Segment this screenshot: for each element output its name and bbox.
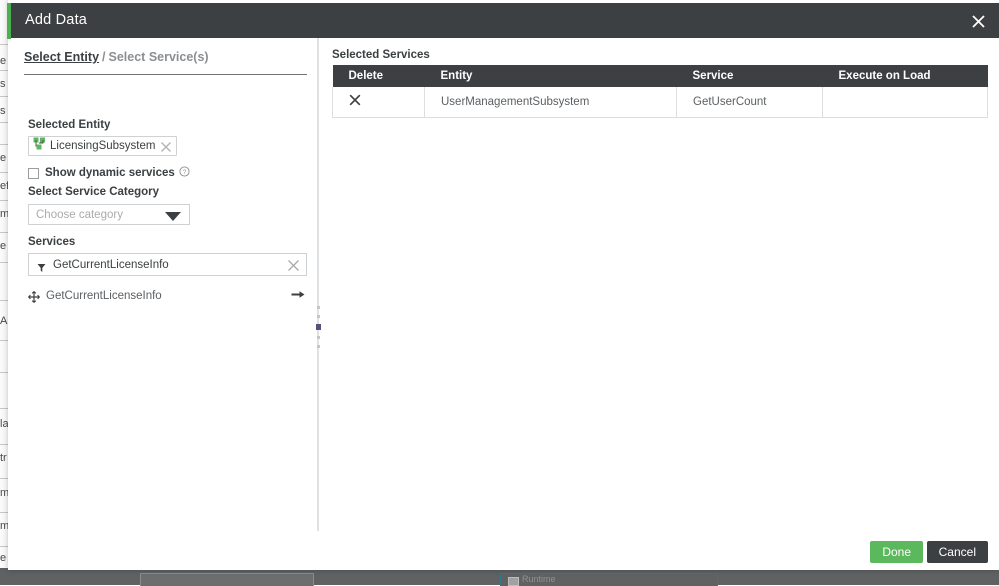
grip-dot bbox=[317, 306, 320, 309]
breadcrumb: Select Entity / Select Service(s) bbox=[24, 50, 209, 64]
cell-service: GetUserCount bbox=[676, 87, 823, 118]
breadcrumb-select-services[interactable]: Select Service(s) bbox=[109, 50, 209, 64]
subsystem-icon bbox=[33, 137, 46, 155]
background-text-row: ef bbox=[0, 180, 8, 192]
background-text-row: m bbox=[0, 487, 8, 500]
selected-services-table: Delete Entity Service Execute on Load Us… bbox=[332, 65, 988, 118]
background-text-row: la bbox=[0, 418, 8, 430]
cancel-button[interactable]: Cancel bbox=[926, 541, 988, 563]
help-icon[interactable]: ? bbox=[179, 164, 190, 182]
dialog-footer: Done Cancel bbox=[11, 531, 999, 567]
background-text-row: e bbox=[0, 552, 7, 564]
service-filter-value: GetCurrentLicenseInfo bbox=[53, 259, 169, 271]
selected-services-title: Selected Services bbox=[332, 49, 430, 61]
table-row[interactable]: UserManagementSubsystem GetUserCount bbox=[332, 87, 988, 118]
grip-dot bbox=[317, 345, 320, 348]
move-icon[interactable] bbox=[28, 290, 40, 303]
background-text-row: A bbox=[0, 315, 8, 327]
service-filter-clear-icon[interactable] bbox=[287, 259, 300, 277]
grip-dot bbox=[317, 315, 320, 318]
cell-execute-on-load bbox=[822, 87, 988, 118]
background-text-row: e bbox=[0, 240, 7, 252]
close-icon[interactable] bbox=[965, 8, 991, 34]
service-filter-input[interactable]: GetCurrentLicenseInfo bbox=[28, 253, 307, 276]
services-label: Services bbox=[28, 236, 76, 248]
cell-delete bbox=[332, 87, 425, 118]
add-data-dialog: Add Data Select Entity / Select Service(s)… bbox=[7, 0, 999, 570]
left-pane: Select Entity / Select Service(s) Selected… bbox=[11, 38, 311, 531]
pane-splitter bbox=[317, 38, 319, 531]
background-tab-label: Runtime bbox=[522, 574, 556, 584]
show-dynamic-services-label: Show dynamic services bbox=[45, 167, 175, 179]
entity-chip-remove-icon[interactable] bbox=[160, 140, 172, 152]
pane-splitter-grip[interactable] bbox=[315, 306, 322, 348]
show-dynamic-services-checkbox[interactable] bbox=[28, 167, 39, 179]
delete-row-icon[interactable] bbox=[349, 94, 424, 109]
service-list-item[interactable]: GetCurrentLicenseInfo bbox=[28, 287, 307, 305]
arrow-right-icon[interactable] bbox=[291, 287, 305, 305]
breadcrumb-select-entity[interactable]: Select Entity bbox=[24, 50, 99, 64]
dialog-titlebar: Add Data bbox=[11, 3, 999, 38]
done-button[interactable]: Done bbox=[870, 541, 923, 563]
background-text-row: e bbox=[0, 152, 7, 164]
dialog-body: Select Entity / Select Service(s) Selected… bbox=[11, 38, 999, 531]
service-list-item-label: GetCurrentLicenseInfo bbox=[46, 290, 162, 302]
background-text-row: m bbox=[0, 520, 8, 533]
chevron-down-icon bbox=[165, 212, 181, 221]
column-header-delete[interactable]: Delete bbox=[332, 65, 425, 87]
cell-entity: UserManagementSubsystem bbox=[424, 87, 677, 118]
background-text-row: tr bbox=[0, 452, 7, 464]
service-category-select[interactable]: Choose category bbox=[28, 204, 190, 225]
table-header-row: Delete Entity Service Execute on Load bbox=[332, 65, 988, 87]
column-header-entity[interactable]: Entity bbox=[424, 65, 677, 87]
background-bottom-panel-left bbox=[140, 573, 314, 586]
background-text-row: m bbox=[0, 208, 8, 221]
selected-entity-label: Selected Entity bbox=[28, 119, 111, 131]
right-pane: Selected Services Delete Entity Service … bbox=[323, 38, 999, 531]
background-text-row: s bbox=[0, 78, 6, 90]
column-header-execute-on-load[interactable]: Execute on Load bbox=[822, 65, 988, 87]
show-dynamic-services-row[interactable]: Show dynamic services ? bbox=[28, 166, 190, 180]
select-service-category-label: Select Service Category bbox=[28, 186, 160, 198]
breadcrumb-divider bbox=[24, 74, 307, 75]
background-text-row: s bbox=[0, 105, 6, 117]
svg-text:?: ? bbox=[182, 169, 186, 176]
entity-chip-label: LicensingSubsystem bbox=[50, 140, 156, 152]
grip-dot bbox=[317, 336, 320, 339]
filter-icon bbox=[37, 260, 46, 278]
grip-dot-active bbox=[316, 324, 321, 330]
column-header-service[interactable]: Service bbox=[676, 65, 823, 87]
service-category-placeholder: Choose category bbox=[36, 209, 123, 221]
breadcrumb-separator: / bbox=[102, 50, 106, 64]
background-text-row: e bbox=[0, 55, 7, 67]
entity-chip[interactable]: LicensingSubsystem bbox=[28, 136, 178, 156]
dialog-title: Add Data bbox=[25, 12, 88, 28]
